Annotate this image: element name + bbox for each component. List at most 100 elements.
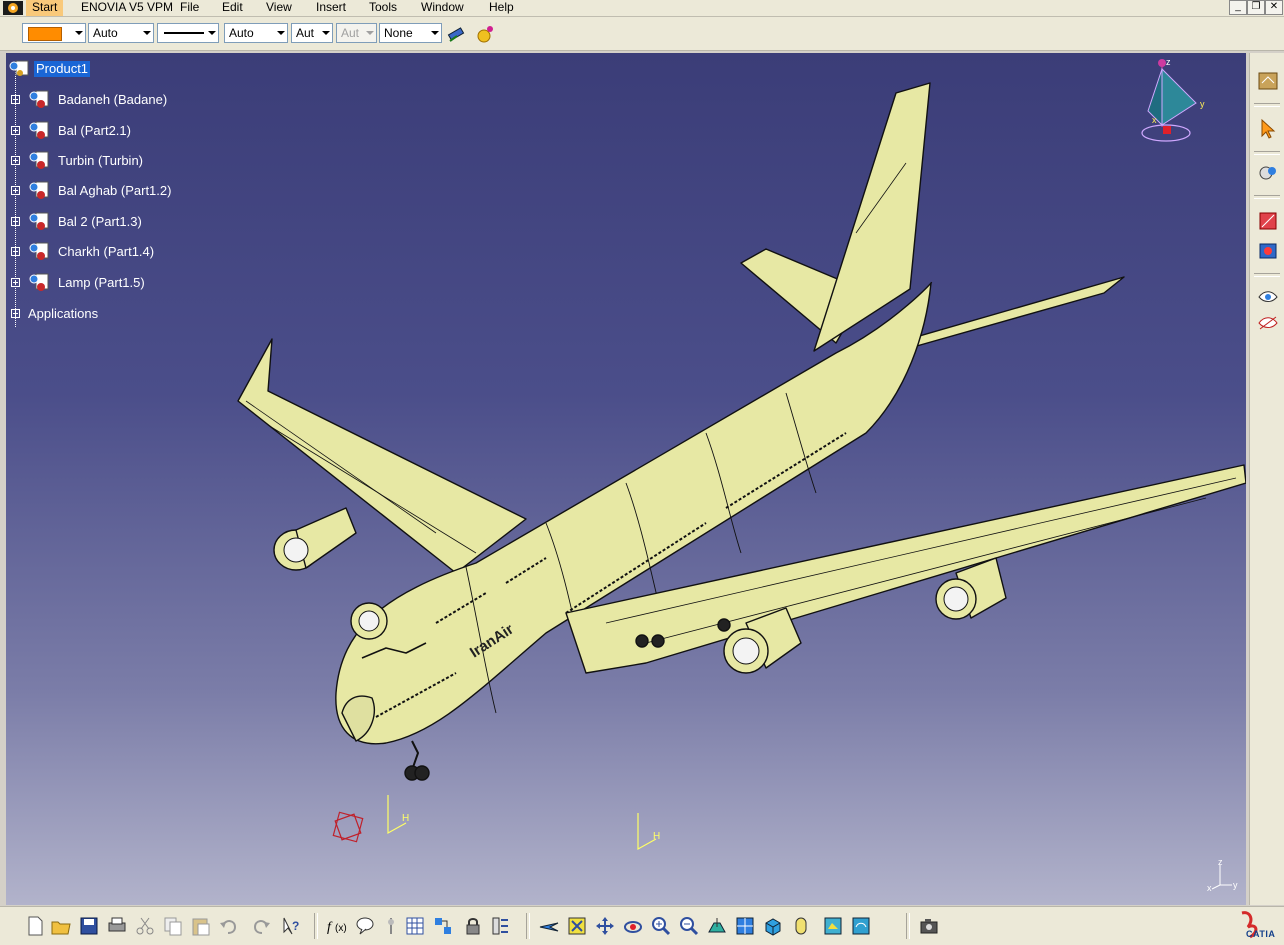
toolbar-separator bbox=[1254, 103, 1280, 107]
line-thickness-combo[interactable] bbox=[157, 23, 219, 43]
lock-icon[interactable] bbox=[462, 915, 484, 937]
fill-color-combo[interactable] bbox=[22, 23, 86, 43]
svg-text:?: ? bbox=[292, 919, 299, 933]
menu-tools[interactable]: Tools bbox=[369, 0, 397, 16]
restore-button[interactable]: ❐ bbox=[1247, 0, 1265, 15]
compass-icon[interactable]: z y x bbox=[1134, 57, 1214, 147]
eye-hide-icon[interactable] bbox=[1256, 311, 1280, 335]
compass-x-label: x bbox=[1152, 115, 1157, 125]
painter-icon[interactable] bbox=[446, 23, 468, 45]
material-sphere-icon[interactable] bbox=[474, 23, 496, 45]
pan-icon[interactable] bbox=[594, 915, 616, 937]
triad-y-label: y bbox=[1233, 880, 1238, 890]
chevron-down-icon bbox=[208, 31, 216, 35]
menu-enovia[interactable]: ENOVIA V5 VPM bbox=[81, 0, 173, 16]
normal-view-icon[interactable] bbox=[706, 915, 728, 937]
fill-color-swatch bbox=[28, 27, 62, 41]
menu-start[interactable]: Start bbox=[26, 0, 64, 16]
render-icon[interactable] bbox=[1256, 239, 1280, 263]
shading-icon[interactable] bbox=[790, 915, 812, 937]
print-icon[interactable] bbox=[106, 915, 128, 937]
swap-visible-space-icon[interactable] bbox=[850, 915, 872, 937]
triad-z-label: z bbox=[1218, 859, 1223, 867]
svg-text:f: f bbox=[327, 920, 333, 935]
menu-help[interactable]: Help bbox=[489, 0, 514, 16]
minimize-button[interactable]: _ bbox=[1229, 0, 1247, 15]
compass-z-label: z bbox=[1166, 57, 1171, 67]
fit-all-icon[interactable] bbox=[566, 915, 588, 937]
graphic-properties-toolbar: Auto Auto Aut Aut None bbox=[0, 17, 1284, 51]
design-table-icon[interactable] bbox=[380, 915, 402, 937]
catalog-icon[interactable] bbox=[432, 915, 454, 937]
formula-icon[interactable]: f (x) bbox=[326, 915, 348, 937]
copy-icon[interactable] bbox=[162, 915, 184, 937]
axis-h-label: H bbox=[402, 813, 409, 824]
rotate-icon[interactable] bbox=[622, 915, 644, 937]
transparency-combo[interactable]: Auto bbox=[88, 23, 154, 43]
menu-window[interactable]: Window bbox=[421, 0, 464, 16]
symbol-value: Aut bbox=[341, 26, 360, 40]
3d-viewport[interactable]: Product1 Badaneh (Badane) Bal (Part2.1) bbox=[6, 53, 1246, 905]
hide-show-icon[interactable] bbox=[822, 915, 844, 937]
chevron-down-icon bbox=[277, 31, 285, 35]
symbol-combo[interactable]: Aut bbox=[336, 23, 377, 43]
layer-value: None bbox=[384, 26, 413, 40]
bottom-toolbar: ? f (x) CATIA bbox=[0, 906, 1284, 945]
chevron-down-icon bbox=[75, 31, 83, 35]
eye-show-icon[interactable] bbox=[1256, 285, 1280, 309]
open-folder-icon[interactable] bbox=[50, 915, 72, 937]
product-structure-icon[interactable] bbox=[1256, 69, 1280, 93]
line-thickness-sample bbox=[164, 32, 204, 34]
multi-view-icon[interactable] bbox=[734, 915, 756, 937]
toolbar-separator bbox=[314, 913, 318, 939]
menu-bar: Start ENOVIA V5 VPM File Edit View Inser… bbox=[0, 0, 1284, 17]
iso-view-icon[interactable] bbox=[762, 915, 784, 937]
toolbar-separator bbox=[906, 913, 910, 939]
transparency-value: Auto bbox=[93, 26, 118, 40]
toolbar-separator bbox=[1254, 151, 1280, 155]
menu-edit[interactable]: Edit bbox=[222, 0, 243, 16]
right-toolbar bbox=[1249, 53, 1284, 905]
new-document-icon[interactable] bbox=[24, 915, 46, 937]
select-cursor-icon[interactable] bbox=[1256, 117, 1280, 141]
close-button[interactable]: ✕ bbox=[1265, 0, 1283, 15]
measure-icon[interactable] bbox=[1256, 209, 1280, 233]
publication-icon[interactable] bbox=[490, 915, 512, 937]
paste-icon[interactable] bbox=[190, 915, 212, 937]
compass-y-label: y bbox=[1200, 99, 1205, 109]
catia-logo-text: CATIA bbox=[1246, 929, 1276, 939]
chevron-down-icon bbox=[143, 31, 151, 35]
chevron-down-icon bbox=[322, 31, 330, 35]
toolbar-separator bbox=[1254, 195, 1280, 199]
chevron-down-icon bbox=[366, 31, 374, 35]
catia-app-icon[interactable] bbox=[2, 0, 24, 16]
svg-text:(x): (x) bbox=[335, 923, 347, 934]
line-type-combo[interactable]: Auto bbox=[224, 23, 288, 43]
knowledge-advisor-icon[interactable] bbox=[354, 915, 376, 937]
table-icon[interactable] bbox=[404, 915, 426, 937]
line-type-value: Auto bbox=[229, 26, 254, 40]
fly-mode-icon[interactable] bbox=[538, 915, 560, 937]
zoom-out-icon[interactable] bbox=[678, 915, 700, 937]
chevron-down-icon bbox=[431, 31, 439, 35]
constraint-icon[interactable] bbox=[1256, 161, 1280, 185]
menu-insert[interactable]: Insert bbox=[316, 0, 346, 16]
menu-file[interactable]: File bbox=[180, 0, 199, 16]
whats-this-icon[interactable]: ? bbox=[280, 915, 302, 937]
point-type-combo[interactable]: Aut bbox=[291, 23, 333, 43]
triad-x-label: x bbox=[1207, 883, 1212, 893]
layer-combo[interactable]: None bbox=[379, 23, 442, 43]
point-type-value: Aut bbox=[296, 26, 315, 40]
toolbar-separator bbox=[1254, 273, 1280, 277]
camera-icon[interactable] bbox=[918, 915, 940, 937]
zoom-in-icon[interactable] bbox=[650, 915, 672, 937]
save-icon[interactable] bbox=[78, 915, 100, 937]
redo-icon[interactable] bbox=[250, 915, 272, 937]
axis-triad-icon: z y x bbox=[1207, 859, 1238, 893]
menu-view[interactable]: View bbox=[266, 0, 292, 16]
undo-icon[interactable] bbox=[218, 915, 240, 937]
toolbar-separator bbox=[526, 913, 530, 939]
cut-icon[interactable] bbox=[134, 915, 156, 937]
axis-h-label: H bbox=[653, 831, 660, 842]
airplane-model[interactable]: H H IranAir bbox=[6, 53, 1246, 905]
